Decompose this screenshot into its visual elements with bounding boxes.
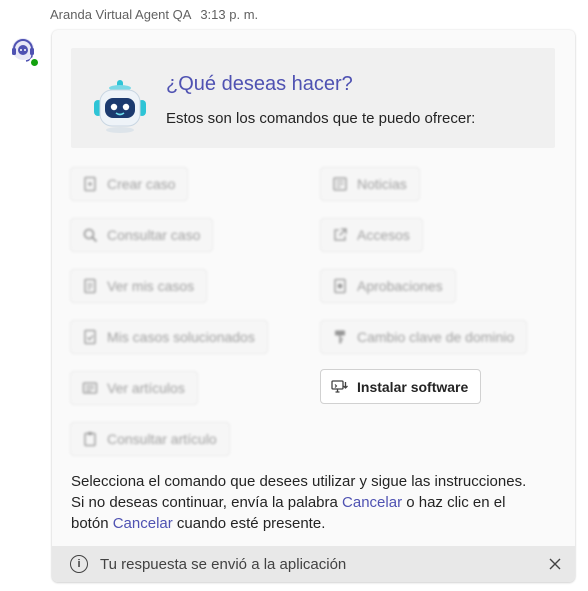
instalar-software-button[interactable]: Instalar software xyxy=(320,369,482,404)
card-hero: ¿Qué deseas hacer? Estos son los comando… xyxy=(71,48,555,148)
install-software-icon xyxy=(331,378,349,396)
ver-articulos-button[interactable]: Ver artículos xyxy=(70,371,198,405)
document-add-icon xyxy=(81,175,99,193)
noticias-button[interactable]: Noticias xyxy=(320,167,420,201)
instructions-line-2-end: o haz clic en el xyxy=(402,494,506,511)
clipboard-icon xyxy=(81,430,99,448)
message-header: Aranda Virtual Agent QA 3:13 p. m. xyxy=(50,7,258,22)
message-time: 3:13 p. m. xyxy=(200,7,259,22)
instructions-line-2-start: Si no deseas continuar, envía la palabra xyxy=(71,494,343,511)
instructions-line-1: Selecciona el comando que desees utiliza… xyxy=(71,473,527,490)
article-icon xyxy=(81,379,99,397)
crear-caso-button[interactable]: Crear caso xyxy=(70,167,189,201)
card-title: ¿Qué deseas hacer? xyxy=(166,73,353,95)
adaptive-card: ¿Qué deseas hacer? Estos son los comando… xyxy=(52,30,575,582)
info-icon: i xyxy=(70,555,88,573)
instructions-line-3-end: cuando esté presente. xyxy=(172,515,326,532)
ver-articulos-label: Ver artículos xyxy=(107,380,185,396)
crear-caso-label: Crear caso xyxy=(107,176,176,192)
card-subtitle: Estos son los comandos que te puedo ofre… xyxy=(166,110,476,127)
consultar-caso-button[interactable]: Consultar caso xyxy=(70,218,214,252)
robot-icon xyxy=(94,80,146,133)
noticias-label: Noticias xyxy=(357,176,407,192)
aprobaciones-label: Aprobaciones xyxy=(357,278,443,294)
instalar-software-label: Instalar software xyxy=(357,378,469,395)
open-external-icon xyxy=(331,226,349,244)
key-icon xyxy=(331,328,349,346)
document-check-icon xyxy=(81,328,99,346)
response-sent-text: Tu respuesta se envió a la aplicación xyxy=(100,555,347,573)
instructions-text: Selecciona el comando que desees utiliza… xyxy=(71,471,561,534)
ver-mis-casos-button[interactable]: Ver mis casos xyxy=(70,269,208,303)
document-list-icon xyxy=(81,277,99,295)
ver-mis-casos-label: Ver mis casos xyxy=(107,278,195,294)
accesos-button[interactable]: Accesos xyxy=(320,218,423,252)
accesos-label: Accesos xyxy=(357,227,410,243)
sender-name: Aranda Virtual Agent QA xyxy=(50,7,191,22)
consultar-articulo-button[interactable]: Consultar artículo xyxy=(70,422,230,456)
aprobaciones-button[interactable]: Aprobaciones xyxy=(320,269,456,303)
approval-document-icon xyxy=(331,277,349,295)
response-sent-notice: i Tu respuesta se envió a la aplicación xyxy=(52,546,575,582)
instructions-line-2: Si no deseas continuar, envía la palabra… xyxy=(71,492,561,513)
instructions-line-3-start: botón xyxy=(71,515,113,532)
online-status-badge xyxy=(29,57,40,68)
cambio-clave-de-dominio-label: Cambio clave de dominio xyxy=(357,329,515,345)
search-icon xyxy=(81,226,99,244)
consultar-articulo-label: Consultar artículo xyxy=(107,431,217,447)
close-icon[interactable] xyxy=(545,554,565,574)
instructions-line-3: botón Cancelar cuando esté presente. xyxy=(71,513,561,534)
mis-casos-solucionados-button[interactable]: Mis casos solucionados xyxy=(70,320,268,354)
cambio-clave-de-dominio-button[interactable]: Cambio clave de dominio xyxy=(320,320,528,354)
news-icon xyxy=(331,175,349,193)
mis-casos-solucionados-label: Mis casos solucionados xyxy=(107,329,255,345)
consultar-caso-label: Consultar caso xyxy=(107,227,201,243)
bot-avatar[interactable] xyxy=(8,36,40,68)
cancelar-link-1: Cancelar xyxy=(342,494,403,511)
cancelar-link-2: Cancelar xyxy=(112,515,173,532)
